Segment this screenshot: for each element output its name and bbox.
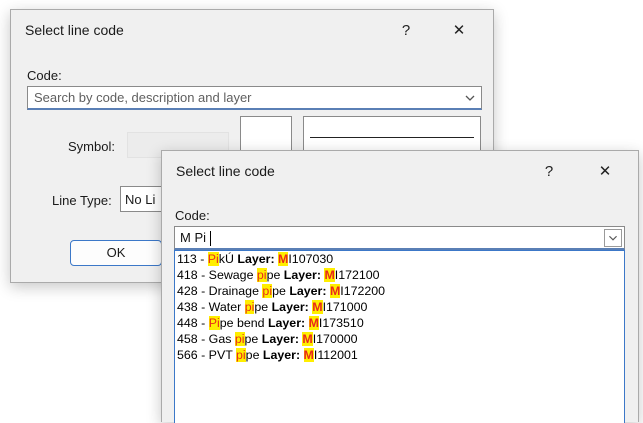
result-layer-label: Layer: xyxy=(262,348,304,362)
back-dialog-titlebar: Select line code ? ✕ xyxy=(11,10,493,52)
line-type-label: Line Type: xyxy=(52,193,112,208)
text-caret xyxy=(210,231,211,246)
result-layer-hl: M xyxy=(303,348,314,362)
result-layer-hl: M xyxy=(278,252,289,266)
result-desc-hl: Pi xyxy=(208,316,220,330)
front-code-label: Code: xyxy=(175,208,210,223)
ok-button[interactable]: OK xyxy=(70,240,162,266)
result-layer-hl: M xyxy=(329,284,341,298)
result-code: 438 - Water xyxy=(177,300,245,314)
front-dialog-title: Select line code xyxy=(176,163,275,179)
result-layer-rest: I172100 xyxy=(334,268,380,282)
list-item[interactable]: 428 - Drainage pipe Layer: MI172200 xyxy=(175,283,624,299)
result-layer-label: Layer: xyxy=(271,300,313,314)
line-type-value: No Li xyxy=(125,192,156,207)
result-layer-label: Layer: xyxy=(261,332,303,346)
list-item[interactable]: 438 - Water pipe Layer: MI171000 xyxy=(175,299,624,315)
result-layer-rest: I112001 xyxy=(313,348,358,362)
result-desc-rest: pe xyxy=(272,284,290,298)
result-desc-rest: pe xyxy=(245,348,263,362)
front-code-search-input[interactable]: M Pi xyxy=(174,226,625,250)
result-code: 113 - xyxy=(177,252,208,266)
result-desc-hl: pi xyxy=(262,284,273,298)
result-layer-hl: M xyxy=(308,316,319,330)
chevron-down-icon[interactable] xyxy=(604,229,622,247)
list-item[interactable]: 113 - PikÚ Layer: MI107030 xyxy=(175,251,624,267)
result-layer-rest: I173510 xyxy=(318,316,364,330)
back-search-placeholder: Search by code, description and layer xyxy=(34,90,252,105)
front-dialog: Select line code ? ✕ Code: M Pi 113 - Pi… xyxy=(161,150,639,423)
result-layer-label: Layer: xyxy=(237,252,279,266)
line-sample xyxy=(310,137,474,138)
result-desc-hl: Pi xyxy=(207,252,219,266)
result-code: 566 - PVT xyxy=(177,348,237,362)
result-layer-label: Layer: xyxy=(283,268,325,282)
result-layer-hl: M xyxy=(312,300,323,314)
back-help-button[interactable]: ? xyxy=(386,16,426,46)
back-dialog-title: Select line code xyxy=(25,22,124,38)
result-desc-rest: pe xyxy=(244,332,262,346)
result-code: 428 - Drainage xyxy=(177,284,263,298)
result-layer-rest: I107030 xyxy=(288,252,334,266)
result-desc-rest: kÚ xyxy=(218,252,238,266)
list-item[interactable]: 418 - Sewage pipe Layer: MI172100 xyxy=(175,267,624,283)
symbol-label: Symbol: xyxy=(68,139,115,154)
chevron-down-icon[interactable] xyxy=(461,89,479,107)
front-help-button[interactable]: ? xyxy=(529,157,569,187)
result-layer-label: Layer: xyxy=(289,284,330,298)
result-desc-hl: pi xyxy=(256,268,267,282)
code-input-value: M Pi xyxy=(180,230,206,245)
list-item[interactable]: 458 - Gas pipe Layer: MI170000 xyxy=(175,331,624,347)
front-dialog-titlebar: Select line code ? ✕ xyxy=(162,151,638,193)
results-dropdown-list[interactable]: 113 - PikÚ Layer: MI107030 418 - Sewage p… xyxy=(174,250,625,423)
result-layer-label: Layer: xyxy=(267,316,309,330)
result-desc-rest: pe xyxy=(266,268,284,282)
result-desc-rest: pe xyxy=(254,300,272,314)
result-layer-rest: I171000 xyxy=(322,300,368,314)
back-code-label: Code: xyxy=(27,68,62,83)
result-desc-hl: pi xyxy=(234,332,245,346)
result-layer-hl: M xyxy=(302,332,313,346)
list-item[interactable]: 448 - Pipe bend Layer: MI173510 xyxy=(175,315,624,331)
back-code-search-input[interactable]: Search by code, description and layer xyxy=(27,86,482,110)
list-item[interactable]: 566 - PVT pipe Layer: MI112001 xyxy=(175,347,624,363)
result-desc-rest: pe bend xyxy=(219,316,268,330)
result-layer-rest: I170000 xyxy=(312,332,358,346)
front-close-button[interactable]: ✕ xyxy=(585,157,625,187)
result-code: 448 - xyxy=(177,316,209,330)
result-code: 418 - Sewage xyxy=(177,268,257,282)
back-close-button[interactable]: ✕ xyxy=(439,16,479,46)
result-layer-hl: M xyxy=(324,268,335,282)
result-layer-rest: I172200 xyxy=(340,284,386,298)
result-desc-hl: pi xyxy=(236,348,246,362)
result-desc-hl: pi xyxy=(244,300,255,314)
result-code: 458 - Gas xyxy=(177,332,235,346)
